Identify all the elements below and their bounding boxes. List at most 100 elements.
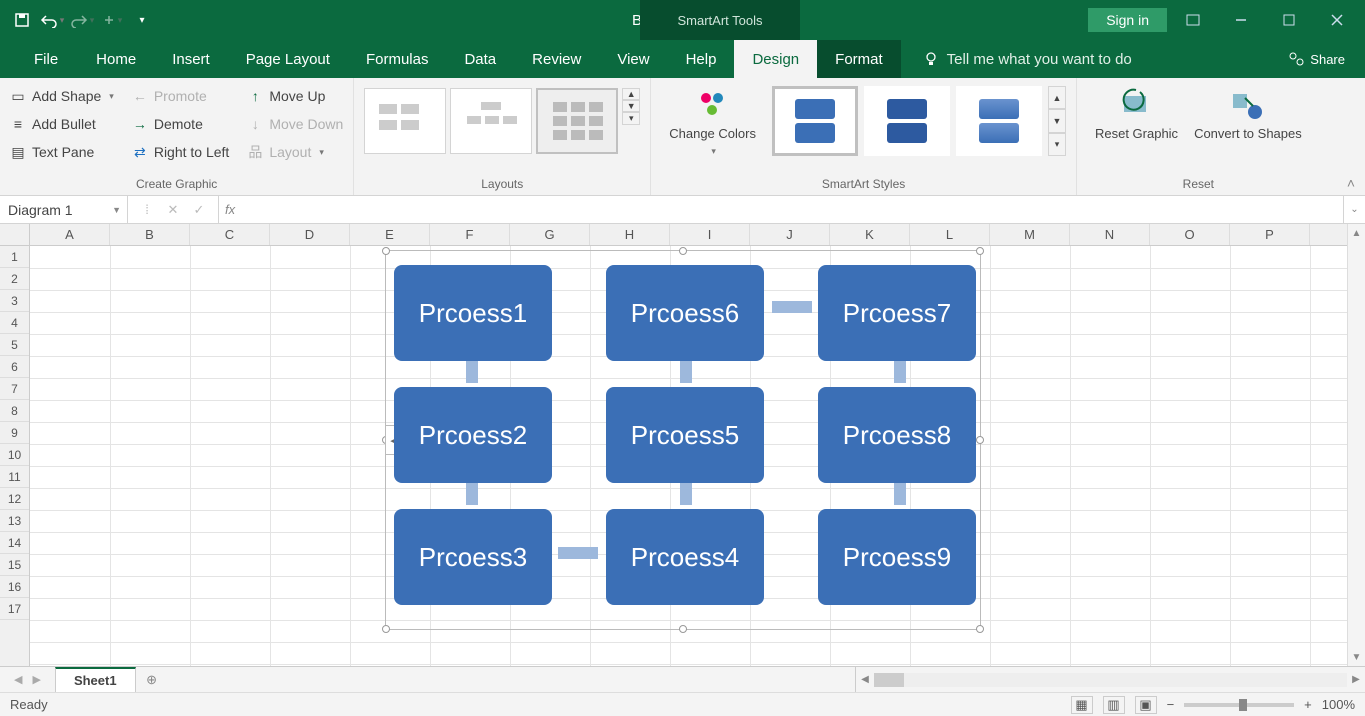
resize-handle[interactable] [382, 247, 390, 255]
redo-icon[interactable]: ▾ [68, 6, 96, 34]
maximize-icon[interactable] [1267, 5, 1311, 35]
column-header[interactable]: F [430, 224, 510, 245]
layout-option[interactable] [450, 88, 532, 154]
tell-me-search[interactable]: Tell me what you want to do [901, 40, 1150, 78]
row-header[interactable]: 15 [0, 554, 29, 576]
undo-icon[interactable]: ▾ [38, 6, 66, 34]
name-box[interactable]: Diagram 1▼ [0, 196, 128, 223]
diagram-node[interactable]: Prcoess2 [394, 387, 552, 483]
page-break-view-icon[interactable]: ▣ [1135, 696, 1157, 714]
tab-design[interactable]: Design [734, 40, 817, 78]
add-shape-button[interactable]: ▭Add Shape▾ [10, 84, 114, 108]
sheet-tab[interactable]: Sheet1 [55, 667, 136, 692]
change-colors-button[interactable]: Change Colors▾ [661, 84, 764, 156]
sheet-next-icon[interactable]: ▶ [32, 673, 40, 686]
column-header[interactable]: I [670, 224, 750, 245]
collapse-ribbon-icon[interactable]: ˄ [1347, 175, 1355, 191]
column-header[interactable]: L [910, 224, 990, 245]
tab-format[interactable]: Format [817, 40, 901, 78]
expand-formula-bar-icon[interactable]: ⌄ [1343, 196, 1365, 223]
layout-option[interactable] [364, 88, 446, 154]
column-header[interactable]: D [270, 224, 350, 245]
row-header[interactable]: 1 [0, 246, 29, 268]
text-pane-button[interactable]: ▤Text Pane [10, 140, 114, 164]
ribbon-display-icon[interactable] [1171, 5, 1215, 35]
column-header[interactable]: N [1070, 224, 1150, 245]
row-header[interactable]: 5 [0, 334, 29, 356]
column-header[interactable]: A [30, 224, 110, 245]
diagram-node[interactable]: Prcoess1 [394, 265, 552, 361]
diagram-node[interactable]: Prcoess5 [606, 387, 764, 483]
resize-handle[interactable] [679, 625, 687, 633]
layout-button[interactable]: 品Layout▾ [247, 140, 343, 164]
move-up-button[interactable]: ↑Move Up [247, 84, 343, 108]
row-header[interactable]: 11 [0, 466, 29, 488]
scroll-down-icon[interactable]: ▼ [1348, 648, 1365, 666]
row-header[interactable]: 13 [0, 510, 29, 532]
column-header[interactable]: C [190, 224, 270, 245]
zoom-in-icon[interactable]: + [1304, 697, 1312, 712]
gallery-more-icon[interactable]: ▾ [1048, 133, 1066, 156]
row-header[interactable]: 4 [0, 312, 29, 334]
scroll-up-icon[interactable]: ▲ [1348, 224, 1365, 242]
add-sheet-icon[interactable]: ⊕ [136, 667, 168, 692]
tab-file[interactable]: File [14, 40, 78, 78]
minimize-icon[interactable] [1219, 5, 1263, 35]
row-header[interactable]: 6 [0, 356, 29, 378]
smartart-diagram[interactable]: ◂ Prcoess1 Prcoess6 Prcoess7 Prcoess2 Pr… [385, 250, 981, 630]
resize-handle[interactable] [976, 247, 984, 255]
enter-formula-icon[interactable]: ✓ [188, 202, 210, 218]
tab-page-layout[interactable]: Page Layout [228, 40, 348, 78]
row-header[interactable]: 8 [0, 400, 29, 422]
scroll-right-icon[interactable]: ▶ [1347, 674, 1365, 685]
gallery-up-icon[interactable]: ▲ [622, 88, 640, 100]
gallery-down-icon[interactable]: ▼ [622, 100, 640, 112]
tab-help[interactable]: Help [668, 40, 735, 78]
select-all-corner[interactable] [0, 224, 30, 246]
customize-qat-icon[interactable]: ▾ [128, 6, 156, 34]
tab-data[interactable]: Data [446, 40, 514, 78]
tab-insert[interactable]: Insert [154, 40, 228, 78]
promote-button[interactable]: ←Promote [132, 84, 230, 108]
fx-icon[interactable]: fx [219, 196, 241, 223]
formula-dropdown-icon[interactable]: ⁞ [136, 202, 158, 217]
right-to-left-button[interactable]: ⇄Right to Left [132, 140, 230, 164]
share-button[interactable]: Share [1268, 40, 1365, 78]
column-header[interactable]: J [750, 224, 830, 245]
column-header[interactable]: K [830, 224, 910, 245]
demote-button[interactable]: →Demote [132, 112, 230, 136]
save-icon[interactable] [8, 6, 36, 34]
normal-view-icon[interactable]: ▦ [1071, 696, 1093, 714]
tab-review[interactable]: Review [514, 40, 599, 78]
convert-to-shapes-button[interactable]: Convert to Shapes [1186, 84, 1310, 142]
style-option[interactable] [956, 86, 1042, 156]
horizontal-scrollbar[interactable]: ◀ ▶ [855, 667, 1365, 692]
resize-handle[interactable] [976, 625, 984, 633]
row-header[interactable]: 17 [0, 598, 29, 620]
column-header[interactable]: G [510, 224, 590, 245]
diagram-node[interactable]: Prcoess4 [606, 509, 764, 605]
layout-option-selected[interactable] [536, 88, 618, 154]
row-header[interactable]: 3 [0, 290, 29, 312]
spreadsheet-grid[interactable]: ABCDEFGHIJKLMNOP 12345678910111213141516… [0, 224, 1365, 666]
style-option[interactable] [864, 86, 950, 156]
row-header[interactable]: 16 [0, 576, 29, 598]
reset-graphic-button[interactable]: Reset Graphic [1087, 84, 1186, 142]
sign-in-button[interactable]: Sign in [1088, 8, 1167, 32]
row-header[interactable]: 10 [0, 444, 29, 466]
zoom-slider[interactable] [1184, 703, 1294, 707]
row-header[interactable]: 9 [0, 422, 29, 444]
column-header[interactable]: P [1230, 224, 1310, 245]
zoom-level[interactable]: 100% [1322, 697, 1355, 712]
style-option-selected[interactable] [772, 86, 858, 156]
gallery-more-icon[interactable]: ▾ [622, 112, 640, 125]
move-down-button[interactable]: ↓Move Down [247, 112, 343, 136]
tab-home[interactable]: Home [78, 40, 154, 78]
sheet-prev-icon[interactable]: ◀ [14, 673, 22, 686]
gallery-down-icon[interactable]: ▼ [1048, 109, 1066, 132]
tab-formulas[interactable]: Formulas [348, 40, 447, 78]
column-header[interactable]: M [990, 224, 1070, 245]
formula-input[interactable] [241, 196, 1343, 223]
resize-handle[interactable] [976, 436, 984, 444]
row-header[interactable]: 12 [0, 488, 29, 510]
